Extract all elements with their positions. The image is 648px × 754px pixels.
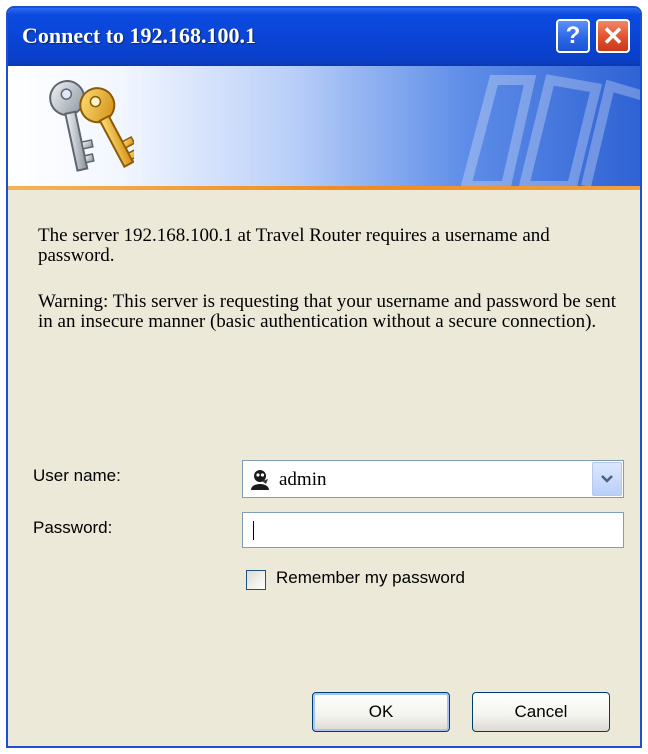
username-field[interactable]: admin	[242, 460, 624, 498]
title-bar[interactable]: Connect to 192.168.100.1 ? ✕	[8, 8, 640, 66]
login-dialog: Connect to 192.168.100.1 ? ✕ The server …	[6, 6, 642, 748]
dialog-content: The server 192.168.100.1 at Travel Route…	[8, 190, 640, 746]
username-dropdown-button[interactable]	[592, 462, 622, 496]
password-label: Password:	[33, 518, 113, 537]
security-warning: Warning: This server is requesting that …	[38, 291, 617, 332]
banner-watermark	[459, 74, 640, 190]
server-message: The server 192.168.100.1 at Travel Route…	[38, 225, 550, 266]
dialog-title: Connect to 192.168.100.1	[22, 23, 257, 48]
keys-icon	[49, 80, 134, 172]
ok-button[interactable]: OK	[312, 692, 450, 732]
username-label: User name:	[33, 466, 121, 485]
text-cursor	[253, 521, 254, 540]
username-value: admin	[279, 469, 327, 490]
remember-password-label[interactable]: Remember my password	[276, 568, 465, 588]
chevron-down-icon	[601, 475, 613, 483]
password-field[interactable]	[242, 512, 624, 548]
dialog-banner	[8, 66, 640, 190]
user-icon	[251, 470, 269, 490]
remember-password-checkbox[interactable]	[246, 570, 266, 590]
close-button[interactable]: ✕	[596, 19, 630, 53]
cancel-button[interactable]: Cancel	[472, 692, 610, 732]
help-button[interactable]: ?	[556, 19, 590, 53]
